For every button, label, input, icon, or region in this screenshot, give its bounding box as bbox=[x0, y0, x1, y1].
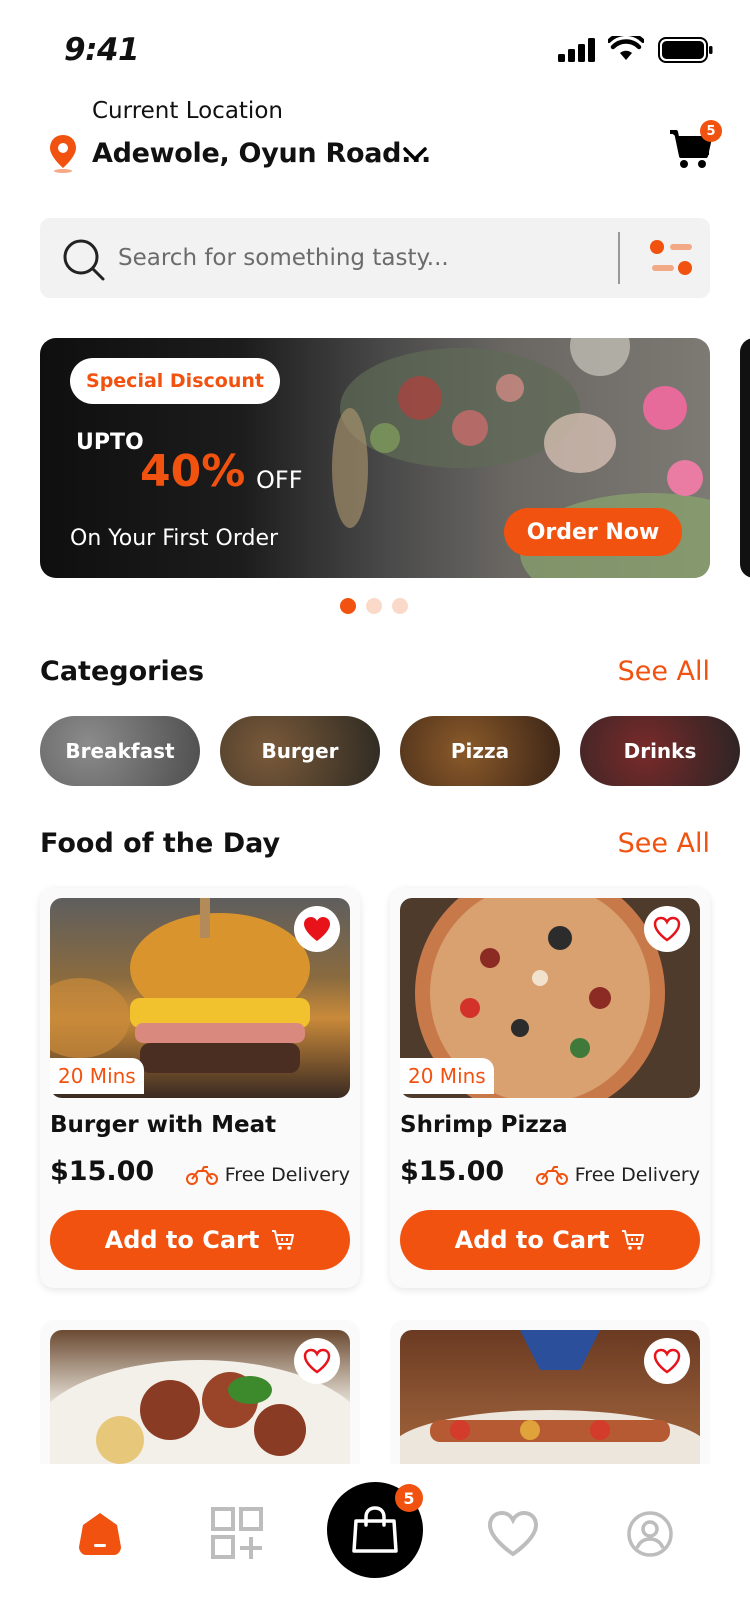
profile-icon bbox=[627, 1511, 673, 1557]
add-to-cart-button[interactable]: Add to Cart bbox=[400, 1210, 700, 1270]
promo-banner[interactable]: Special Discount UPTO 40% OFF On Your Fi… bbox=[40, 338, 710, 578]
category-pizza[interactable]: Pizza bbox=[400, 716, 560, 786]
food-card[interactable] bbox=[40, 1320, 360, 1480]
banner-upto: UPTO bbox=[76, 430, 144, 455]
location-selector[interactable]: Adewole, Oyun Road... bbox=[92, 138, 431, 169]
food-name: Shrimp Pizza bbox=[400, 1112, 568, 1138]
add-to-cart-label: Add to Cart bbox=[104, 1226, 260, 1254]
banner-percent: 40% bbox=[140, 446, 246, 497]
category-breakfast[interactable]: Breakfast bbox=[40, 716, 200, 786]
favorite-button[interactable] bbox=[294, 906, 340, 952]
nav-profile[interactable] bbox=[620, 1504, 680, 1564]
home-icon bbox=[79, 1513, 121, 1555]
carousel-dots bbox=[340, 598, 408, 614]
favorite-button[interactable] bbox=[294, 1338, 340, 1384]
favorite-button[interactable] bbox=[644, 1338, 690, 1384]
food-card[interactable] bbox=[390, 1320, 710, 1480]
delivery-label: Free Delivery bbox=[574, 1164, 700, 1186]
categories-see-all-link[interactable]: See All bbox=[618, 656, 710, 687]
categories-icon bbox=[211, 1507, 263, 1559]
discount-tag: Special Discount bbox=[70, 358, 280, 404]
cart-count-badge: 5 bbox=[700, 120, 722, 142]
carousel-dot[interactable] bbox=[392, 598, 408, 614]
carousel-dot[interactable] bbox=[366, 598, 382, 614]
category-drinks[interactable]: Drinks bbox=[580, 716, 740, 786]
prep-time: 20 Mins bbox=[50, 1058, 144, 1094]
cart-button[interactable]: 5 bbox=[668, 120, 722, 170]
signal-icon bbox=[558, 38, 595, 62]
nav-categories[interactable] bbox=[208, 1504, 268, 1564]
prep-time: 20 Mins bbox=[400, 1058, 494, 1094]
banner-off: OFF bbox=[256, 466, 303, 494]
search-icon bbox=[63, 239, 105, 281]
next-banner-peek[interactable] bbox=[740, 338, 750, 578]
heart-outline-icon bbox=[653, 916, 681, 942]
delivery-label: Free Delivery bbox=[224, 1164, 350, 1186]
carousel-dot[interactable] bbox=[340, 598, 356, 614]
food-price: $15.00 bbox=[400, 1156, 505, 1187]
heart-outline-icon bbox=[653, 1348, 681, 1374]
category-burger[interactable]: Burger bbox=[220, 716, 380, 786]
food-price: $15.00 bbox=[50, 1156, 155, 1187]
food-name: Burger with Meat bbox=[50, 1112, 277, 1138]
food-of-day-see-all-link[interactable]: See All bbox=[618, 828, 710, 859]
cart-icon bbox=[622, 1230, 645, 1250]
categories-title: Categories bbox=[40, 656, 205, 687]
location-pin-icon bbox=[50, 135, 76, 173]
add-to-cart-label: Add to Cart bbox=[454, 1226, 610, 1254]
nav-favorites[interactable] bbox=[483, 1504, 543, 1564]
heart-filled-icon bbox=[304, 917, 330, 941]
bag-count-badge: 5 bbox=[395, 1484, 423, 1512]
banner-subtitle: On Your First Order bbox=[70, 526, 279, 551]
filter-icon[interactable] bbox=[648, 238, 698, 278]
battery-icon bbox=[658, 37, 713, 63]
food-card[interactable]: 20 Mins Shrimp Pizza $15.00 Free Deliver… bbox=[390, 888, 710, 1288]
favorite-button[interactable] bbox=[644, 906, 690, 952]
food-card[interactable]: 20 Mins Burger with Meat $15.00 Free Del… bbox=[40, 888, 360, 1288]
food-of-day-title: Food of the Day bbox=[40, 828, 281, 859]
nav-bag-button[interactable]: 5 bbox=[327, 1482, 423, 1578]
motorbike-icon bbox=[185, 1166, 218, 1185]
add-to-cart-button[interactable]: Add to Cart bbox=[50, 1210, 350, 1270]
search-bar bbox=[40, 218, 710, 298]
motorbike-icon bbox=[535, 1166, 568, 1185]
location-label: Current Location bbox=[92, 98, 283, 124]
search-divider bbox=[618, 232, 620, 284]
nav-home[interactable] bbox=[70, 1504, 130, 1564]
delivery-info: Free Delivery bbox=[185, 1164, 350, 1186]
wifi-icon bbox=[608, 36, 644, 60]
search-input[interactable] bbox=[118, 234, 618, 282]
bottom-navigation: 5 bbox=[0, 1464, 750, 1624]
heart-icon bbox=[487, 1510, 539, 1557]
order-now-button[interactable]: Order Now bbox=[504, 508, 682, 556]
cart-icon bbox=[272, 1230, 295, 1250]
heart-outline-icon bbox=[303, 1348, 331, 1374]
chevron-down-icon[interactable] bbox=[402, 146, 428, 164]
status-time: 9:41 bbox=[64, 32, 140, 68]
bag-icon bbox=[352, 1506, 398, 1553]
categories-list: Breakfast Burger Pizza Drinks bbox=[40, 716, 740, 786]
status-bar: 9:41 bbox=[0, 0, 750, 100]
delivery-info: Free Delivery bbox=[535, 1164, 700, 1186]
